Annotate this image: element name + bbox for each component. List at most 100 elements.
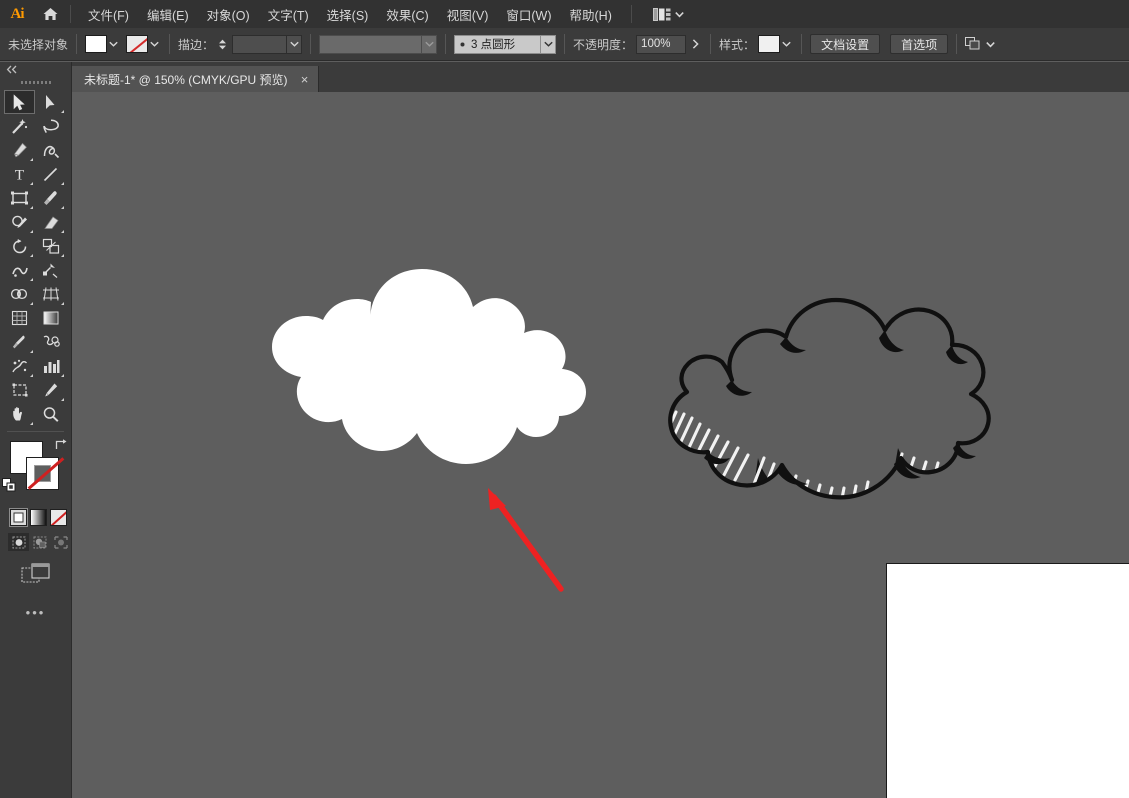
perspective-grid-tool[interactable]	[35, 282, 66, 306]
menu-select[interactable]: 选择(S)	[318, 1, 378, 28]
gradient-tool[interactable]	[35, 306, 66, 330]
menu-window[interactable]: 窗口(W)	[497, 1, 560, 28]
stroke-color-box[interactable]	[26, 457, 65, 490]
draw-normal-button[interactable]	[8, 533, 29, 551]
hand-tool[interactable]	[4, 402, 35, 426]
tool-flyout-indicator	[30, 230, 33, 233]
fill-swatch-chevron-down-icon[interactable]	[107, 35, 120, 53]
brush-definition-chevron-down-icon[interactable]	[422, 34, 438, 54]
panel-grip-icon[interactable]	[0, 76, 71, 88]
stroke-weight-stepper[interactable]	[217, 35, 228, 53]
control-bar: 未选择对象 描边： 3 点圆形 不透明度： 100% 样式： 文档设置 首选项	[0, 28, 1129, 61]
magic-wand-tool[interactable]	[4, 114, 35, 138]
column-graph-tool[interactable]	[35, 354, 66, 378]
zoom-tool[interactable]	[35, 402, 66, 426]
artboard[interactable]	[886, 563, 1129, 798]
cb-divider-2	[169, 34, 171, 54]
document-canvas[interactable]	[72, 92, 1129, 798]
fill-color-swatch[interactable]	[85, 35, 108, 53]
width-warp-icon	[11, 267, 28, 277]
draw-behind-icon	[33, 536, 46, 548]
draw-behind-button[interactable]	[29, 533, 50, 551]
width-tool[interactable]	[4, 258, 35, 282]
gradient-icon	[43, 311, 58, 325]
arrow-hollow-icon	[46, 94, 55, 109]
graphic-style-chevron-down-icon[interactable]	[780, 35, 793, 53]
home-icon[interactable]	[34, 0, 66, 28]
cb-divider-6	[710, 34, 712, 54]
menu-effect[interactable]: 效果(C)	[377, 1, 437, 28]
sketch-cloud-shape[interactable]	[640, 262, 1000, 525]
type-tool[interactable]: T	[4, 162, 35, 186]
menu-file[interactable]: 文件(F)	[79, 1, 138, 28]
brush-definition-combo[interactable]	[319, 34, 438, 54]
illustrator-window: Ai 文件(F) 编辑(E) 对象(O) 文字(T) 选择(S) 效果(C) 视…	[0, 0, 1129, 798]
default-fill-stroke-icon[interactable]	[2, 478, 17, 493]
gradient-mode-button[interactable]	[30, 509, 47, 526]
opacity-flyout-chevron-right-icon[interactable]	[689, 35, 702, 53]
rotate-tool[interactable]	[4, 234, 35, 258]
eraser-icon	[43, 216, 58, 229]
paintbrush-tool[interactable]	[35, 186, 66, 210]
document-setup-button[interactable]: 文档设置	[810, 34, 881, 54]
eraser-tool[interactable]	[35, 210, 66, 234]
cb-divider-7	[801, 34, 803, 54]
none-mode-button[interactable]	[50, 509, 67, 526]
tools-panel: T •••	[0, 62, 72, 798]
sketch-cloud-svg	[668, 297, 991, 500]
swap-fill-stroke-icon[interactable]	[54, 438, 68, 452]
preferences-button[interactable]: 首选项	[890, 34, 949, 54]
draw-inside-button[interactable]	[50, 533, 71, 551]
slice-tool[interactable]	[35, 378, 66, 402]
curvature-tool[interactable]	[35, 138, 66, 162]
blend-tool[interactable]	[35, 330, 66, 354]
graphic-style-swatch[interactable]	[758, 35, 781, 53]
stroke-weight-combo[interactable]	[232, 34, 303, 54]
stroke-weight-chevron-down-icon[interactable]	[287, 34, 303, 54]
edit-toolbar-button[interactable]: •••	[0, 605, 71, 620]
change-screen-mode-button[interactable]	[0, 563, 71, 585]
width-profile-combo[interactable]: 3 点圆形	[454, 34, 557, 54]
workspace-switcher[interactable]	[648, 6, 689, 23]
white-cloud-shape[interactable]	[252, 255, 592, 493]
tool-flyout-indicator	[30, 302, 33, 305]
menu-object[interactable]: 对象(O)	[198, 1, 259, 28]
shaper-pencil-icon	[11, 215, 27, 228]
line-segment-tool[interactable]	[35, 162, 66, 186]
document-tab-bar: 未标题-1* @ 150% (CMYK/GPU 预览) ×	[72, 62, 1129, 92]
collapse-panel-button[interactable]	[0, 62, 71, 76]
color-mode-button[interactable]	[9, 508, 28, 527]
stroke-color-swatch[interactable]	[126, 35, 149, 53]
menu-type[interactable]: 文字(T)	[259, 1, 318, 28]
tool-flyout-indicator	[61, 254, 64, 257]
width-profile-input[interactable]: 3 点圆形	[454, 34, 542, 54]
stroke-weight-input[interactable]	[232, 34, 288, 54]
artboard-tool[interactable]	[4, 378, 35, 402]
pen-tool[interactable]	[4, 138, 35, 162]
close-icon[interactable]: ×	[298, 72, 312, 86]
free-transform-tool[interactable]	[35, 258, 66, 282]
scale-tool[interactable]	[35, 234, 66, 258]
menu-edit[interactable]: 编辑(E)	[138, 1, 198, 28]
document-tab[interactable]: 未标题-1* @ 150% (CMYK/GPU 预览) ×	[72, 66, 319, 92]
arrange-documents-button[interactable]	[965, 37, 995, 51]
shaper-tool[interactable]	[4, 210, 35, 234]
mesh-tool[interactable]	[4, 306, 35, 330]
menu-help[interactable]: 帮助(H)	[561, 1, 621, 28]
stroke-swatch-chevron-down-icon[interactable]	[148, 35, 161, 53]
type-icon: T	[15, 168, 24, 183]
selection-tool[interactable]	[4, 90, 35, 114]
eyedropper-tool[interactable]	[4, 330, 35, 354]
selection-status-label: 未选择对象	[8, 37, 69, 52]
opacity-input[interactable]: 100%	[636, 34, 687, 54]
menu-view[interactable]: 视图(V)	[438, 1, 498, 28]
width-profile-chevron-down-icon[interactable]	[541, 34, 557, 54]
rectangle-tool[interactable]	[4, 186, 35, 210]
brush-definition-input[interactable]	[319, 34, 423, 54]
lasso-tool[interactable]	[35, 114, 66, 138]
draw-inside-icon	[53, 535, 68, 549]
symbol-sprayer-tool[interactable]	[4, 354, 35, 378]
direct-selection-tool[interactable]	[35, 90, 66, 114]
shape-builder-tool[interactable]	[4, 282, 35, 306]
tool-flyout-indicator	[30, 182, 33, 185]
